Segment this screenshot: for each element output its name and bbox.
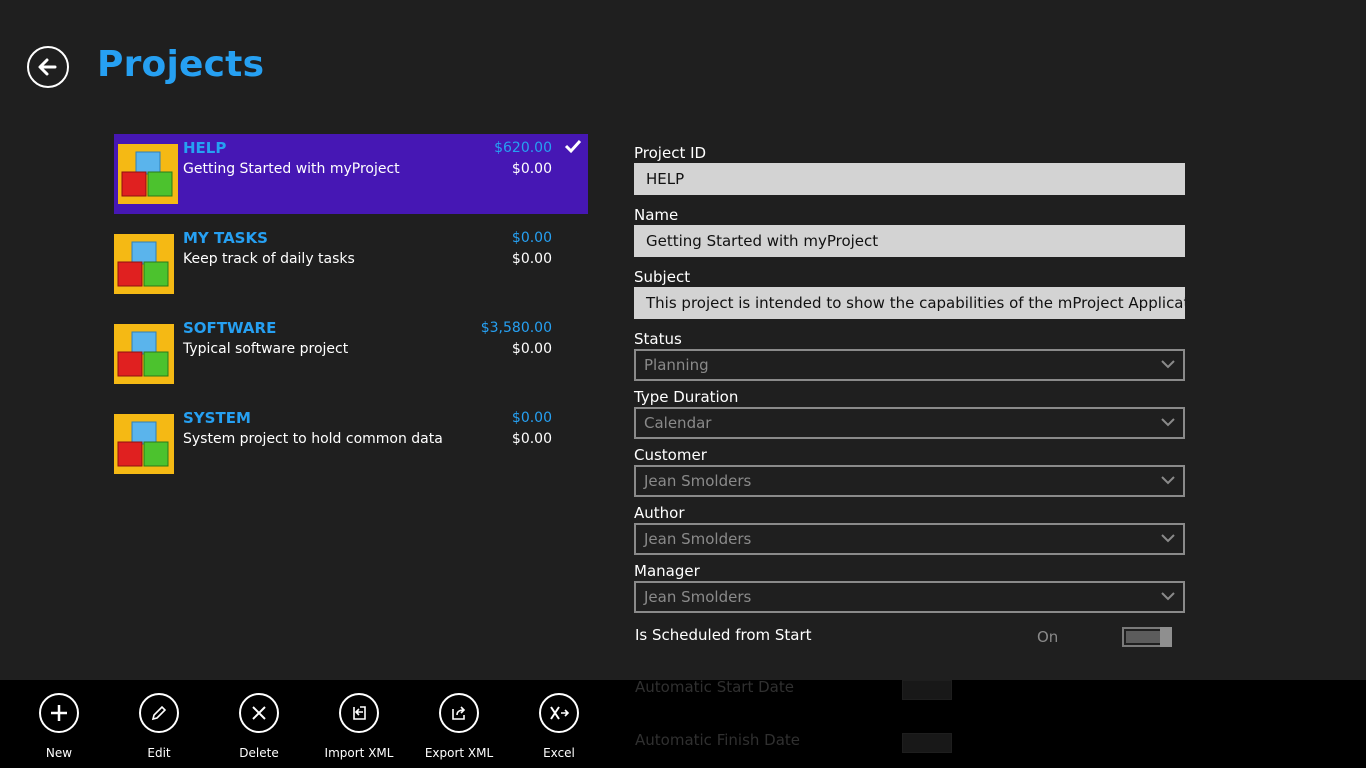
customer-select[interactable]: Jean Smolders <box>634 465 1185 497</box>
status-select[interactable]: Planning <box>634 349 1185 381</box>
name-label: Name <box>634 206 679 224</box>
project-id: MY TASKS <box>183 229 268 247</box>
project-amount-primary: $3,580.00 <box>480 320 552 336</box>
project-amount-secondary: $0.00 <box>511 251 552 267</box>
chevron-down-icon <box>1161 476 1175 485</box>
checkmark-icon <box>564 138 582 158</box>
customer-value: Jean Smolders <box>644 472 752 490</box>
back-arrow-icon <box>38 58 57 76</box>
back-button[interactable] <box>27 46 69 88</box>
author-value: Jean Smolders <box>644 530 752 548</box>
project-id: SOFTWARE <box>183 319 277 337</box>
import-xml-label: Import XML <box>324 746 394 760</box>
automatic-start-date-label: Automatic Start Date <box>635 678 794 696</box>
project-item-software[interactable]: SOFTWARE Typical software project $3,580… <box>114 314 588 394</box>
type-duration-label: Type Duration <box>634 388 739 406</box>
chevron-down-icon <box>1161 360 1175 369</box>
export-xml-button[interactable]: Export XML <box>409 693 509 760</box>
project-list: HELP Getting Started with myProject $620… <box>114 134 588 494</box>
export-xml-label: Export XML <box>424 746 494 760</box>
export-icon <box>439 693 479 733</box>
author-label: Author <box>634 504 685 522</box>
project-amount-secondary: $0.00 <box>511 341 552 357</box>
pencil-icon <box>139 693 179 733</box>
status-value: Planning <box>644 356 709 374</box>
edit-button[interactable]: Edit <box>109 693 209 760</box>
project-id-field[interactable]: HELP <box>634 163 1185 195</box>
project-name: Keep track of daily tasks <box>183 251 355 267</box>
subject-label: Subject <box>634 268 691 286</box>
author-select[interactable]: Jean Smolders <box>634 523 1185 555</box>
page-title: Projects <box>97 44 265 85</box>
new-label: New <box>45 746 73 760</box>
plus-icon <box>39 693 79 733</box>
chevron-down-icon <box>1161 418 1175 427</box>
scheduled-state-label: On <box>1037 628 1059 646</box>
project-amount-primary: $0.00 <box>511 410 552 426</box>
excel-export-icon <box>539 693 579 733</box>
project-id-label: Project ID <box>634 144 707 162</box>
import-icon <box>339 693 379 733</box>
chevron-down-icon <box>1161 592 1175 601</box>
toggle-thumb <box>1160 627 1172 647</box>
scheduled-from-start-row: Is Scheduled from Start On <box>635 625 1185 649</box>
project-item-my-tasks[interactable]: MY TASKS Keep track of daily tasks $0.00… <box>114 224 588 304</box>
type-duration-select[interactable]: Calendar <box>634 407 1185 439</box>
scheduled-from-start-label: Is Scheduled from Start <box>635 626 812 644</box>
subject-field[interactable]: This project is intended to show the cap… <box>634 287 1185 319</box>
edit-label: Edit <box>147 746 171 760</box>
new-button[interactable]: New <box>9 693 109 760</box>
name-field[interactable]: Getting Started with myProject <box>634 225 1185 257</box>
automatic-start-date-toggle[interactable] <box>902 680 952 700</box>
import-xml-button[interactable]: Import XML <box>309 693 409 760</box>
scheduled-from-start-toggle[interactable] <box>1122 627 1172 647</box>
project-name: Typical software project <box>183 341 349 357</box>
project-blocks-icon <box>114 414 174 474</box>
project-blocks-icon <box>118 144 178 204</box>
project-name: Getting Started with myProject <box>183 161 400 177</box>
project-id: HELP <box>183 139 227 157</box>
project-blocks-icon <box>114 234 174 294</box>
manager-label: Manager <box>634 562 700 580</box>
toggle-track-fill <box>1126 631 1160 643</box>
manager-value: Jean Smolders <box>644 588 752 606</box>
automatic-finish-date-label: Automatic Finish Date <box>635 731 801 749</box>
chevron-down-icon <box>1161 534 1175 543</box>
delete-x-icon <box>239 693 279 733</box>
automatic-finish-date-toggle[interactable] <box>902 733 952 753</box>
manager-select[interactable]: Jean Smolders <box>634 581 1185 613</box>
project-detail-form: Project ID HELP Name Getting Started wit… <box>634 144 1185 620</box>
delete-label: Delete <box>239 746 279 760</box>
project-amount-primary: $620.00 <box>494 140 552 156</box>
delete-button[interactable]: Delete <box>209 693 309 760</box>
excel-label: Excel <box>543 746 575 760</box>
project-amount-primary: $0.00 <box>511 230 552 246</box>
excel-button[interactable]: Excel <box>509 693 609 760</box>
type-duration-value: Calendar <box>644 414 712 432</box>
customer-label: Customer <box>634 446 707 464</box>
project-blocks-icon <box>114 324 174 384</box>
project-item-system[interactable]: SYSTEM System project to hold common dat… <box>114 404 588 484</box>
project-amount-secondary: $0.00 <box>511 161 552 177</box>
project-item-help[interactable]: HELP Getting Started with myProject $620… <box>114 134 588 214</box>
project-amount-secondary: $0.00 <box>511 431 552 447</box>
status-label: Status <box>634 330 682 348</box>
project-id: SYSTEM <box>183 409 251 427</box>
project-name: System project to hold common data <box>183 431 443 447</box>
